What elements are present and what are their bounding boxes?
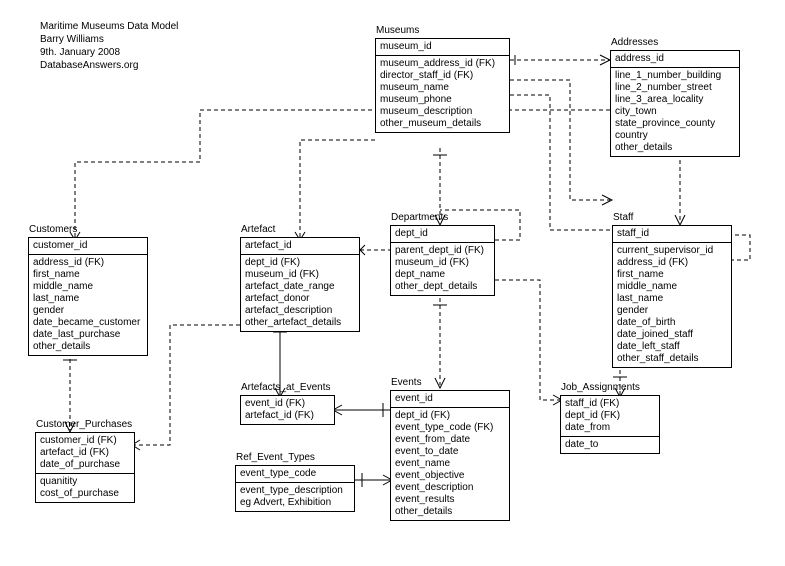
entity-staff: Staff staff_id current_supervisor_id add… <box>612 225 732 368</box>
entity-title: Events <box>391 377 422 388</box>
model-site: DatabaseAnswers.org <box>40 59 178 72</box>
entity-addresses: Addresses address_id line_1_number_build… <box>610 50 740 157</box>
model-title: Maritime Museums Data Model <box>40 20 178 33</box>
diagram-header: Maritime Museums Data Model Barry Willia… <box>40 20 178 72</box>
pk-attr: museum_id <box>380 41 505 53</box>
model-author: Barry Williams <box>40 33 178 46</box>
entity-title: Customers <box>29 224 77 235</box>
model-date: 9th. January 2008 <box>40 46 178 59</box>
entity-title: Staff <box>613 212 633 223</box>
entity-title: Ref_Event_Types <box>236 452 315 463</box>
entity-title: Artefact <box>241 224 275 235</box>
entity-customers: Customers customer_id address_id (FK) fi… <box>28 237 148 356</box>
entity-departments: Departments dept_id parent_dept_id (FK) … <box>390 225 495 296</box>
entity-artefacts-at-events: Artefacts_at_Events event_id (FK) artefa… <box>240 395 335 425</box>
entity-title: Addresses <box>611 37 658 48</box>
entity-title: Departments <box>391 212 448 223</box>
entity-title: Artefacts_at_Events <box>241 382 331 393</box>
entity-ref-event-types: Ref_Event_Types event_type_code event_ty… <box>235 465 355 512</box>
entity-museums: Museums museum_id museum_address_id (FK)… <box>375 38 510 133</box>
entity-events: Events event_id dept_id (FK) event_type_… <box>390 390 510 521</box>
entity-artefact: Artefact artefact_id dept_id (FK) museum… <box>240 237 360 332</box>
entity-title: Customer_Purchases <box>36 419 132 430</box>
entity-customer-purchases: Customer_Purchases customer_id (FK) arte… <box>35 432 135 503</box>
entity-title: Museums <box>376 25 419 36</box>
entity-job-assignments: Job_Assignments staff_id (FK) dept_id (F… <box>560 395 660 454</box>
entity-title: Job_Assignments <box>561 382 640 393</box>
